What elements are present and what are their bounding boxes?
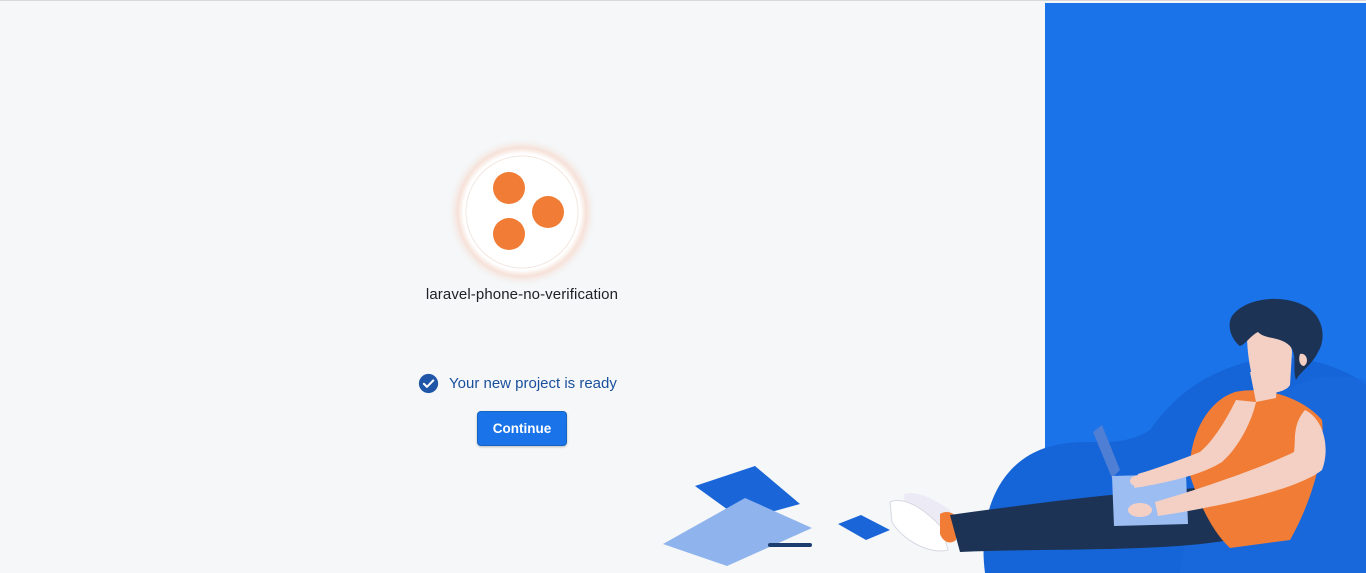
check-circle-icon <box>418 373 439 393</box>
three-dots-icon <box>447 137 597 287</box>
status-text: Your new project is ready <box>449 374 617 392</box>
continue-button[interactable]: Continue <box>477 411 567 446</box>
person-with-laptop-illustration <box>663 298 1366 573</box>
project-name: laravel-phone-no-verification <box>425 286 619 303</box>
status-message: Your new project is ready <box>418 372 617 394</box>
project-ready-page: laravel-phone-no-verification Your new p… <box>0 0 1366 573</box>
